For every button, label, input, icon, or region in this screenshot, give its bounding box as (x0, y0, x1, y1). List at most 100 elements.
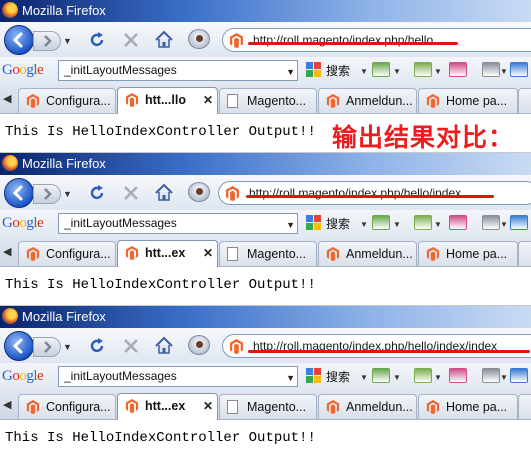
browser-tab[interactable]: htt...ex ✕ (117, 393, 218, 420)
chevron-down-icon[interactable]: ▼ (286, 67, 295, 77)
forward-button[interactable] (33, 31, 61, 51)
search-button[interactable]: 搜索 (326, 215, 350, 232)
persona-icon[interactable] (188, 335, 210, 355)
history-dropdown-icon[interactable]: ▼ (63, 342, 72, 352)
browser-tab[interactable]: Anmeldun... (318, 394, 417, 419)
photo-icon[interactable] (414, 368, 432, 383)
browser-tab[interactable]: Magento... (219, 88, 317, 113)
magento-icon (26, 94, 40, 113)
home-icon[interactable] (154, 336, 174, 360)
toolbar-dropdown-icon[interactable]: ▼ (500, 220, 508, 229)
search-button[interactable]: 搜索 (326, 368, 350, 385)
address-bar[interactable]: http://roll.magento/index.php/hello (222, 28, 531, 52)
search-logo-icon[interactable] (306, 368, 322, 384)
highlighter-icon[interactable] (449, 368, 467, 383)
reload-icon[interactable] (88, 337, 106, 360)
tab-label: Configura... (46, 247, 111, 261)
image-icon[interactable] (372, 62, 390, 77)
toolbar-dropdown-icon[interactable]: ▼ (500, 67, 508, 76)
highlighter-icon[interactable] (449, 62, 467, 77)
search-logo-icon[interactable] (306, 215, 322, 231)
close-icon[interactable]: ✕ (203, 93, 213, 107)
back-button[interactable] (4, 25, 34, 55)
page-content: This Is HelloIndexController Output!! (0, 267, 531, 306)
toolbar-dropdown-icon[interactable]: ▼ (393, 67, 401, 76)
browser-tab[interactable]: Home pa... (418, 88, 518, 113)
search-query-select[interactable]: _initLayoutMessages ▼ (58, 366, 298, 387)
firefox-icon (2, 2, 18, 18)
home-icon[interactable] (154, 183, 174, 207)
address-bar[interactable]: http://roll.magento/index.php/hello/inde… (222, 334, 531, 358)
photo-icon[interactable] (414, 215, 432, 230)
forward-button[interactable] (33, 337, 61, 357)
tab-scroll-left-icon[interactable]: ◀ (3, 92, 11, 105)
browser-tab[interactable]: Home pa... (418, 394, 518, 419)
browser-tab[interactable]: Configura... (18, 241, 116, 266)
stop-icon[interactable] (122, 31, 140, 54)
browser-tab[interactable]: Home pa... (418, 241, 518, 266)
address-bar[interactable]: http://roll.magento/index.php/hello/inde… (218, 181, 531, 205)
back-button[interactable] (4, 331, 34, 361)
browser-tab[interactable]: Magento... (219, 394, 317, 419)
persona-icon[interactable] (188, 182, 210, 202)
stop-icon[interactable] (122, 337, 140, 360)
search-query-value: _initLayoutMessages (64, 216, 177, 230)
magento-icon (125, 246, 139, 265)
toolbar-dropdown-icon[interactable]: ▼ (393, 220, 401, 229)
browser-tab[interactable]: htt...ex ✕ (117, 240, 218, 267)
history-dropdown-icon[interactable]: ▼ (63, 189, 72, 199)
close-icon[interactable]: ✕ (203, 399, 213, 413)
magento-icon (26, 400, 40, 419)
search-logo-icon[interactable] (306, 62, 322, 78)
add-icon[interactable] (510, 215, 528, 230)
reload-icon[interactable] (88, 184, 106, 207)
toolbar-dropdown-icon[interactable]: ▼ (360, 67, 368, 76)
browser-tab[interactable]: Anmeldun... (318, 88, 417, 113)
tab-label: Magento... (247, 247, 307, 261)
search-query-select[interactable]: _initLayoutMessages ▼ (58, 213, 298, 234)
toolbar-dropdown-icon[interactable]: ▼ (500, 373, 508, 382)
bank-icon[interactable] (482, 62, 500, 77)
toolbar-dropdown-icon[interactable]: ▼ (434, 220, 442, 229)
toolbar-dropdown-icon[interactable]: ▼ (360, 373, 368, 382)
add-icon[interactable] (510, 62, 528, 77)
chevron-down-icon[interactable]: ▼ (286, 220, 295, 230)
tab-label: Magento... (247, 400, 307, 414)
image-icon[interactable] (372, 215, 390, 230)
back-button[interactable] (4, 178, 34, 208)
browser-tab-overflow[interactable] (518, 88, 531, 113)
home-icon[interactable] (154, 30, 174, 54)
browser-tab[interactable]: Configura... (18, 88, 116, 113)
magento-icon (26, 247, 40, 266)
browser-tab-overflow[interactable] (518, 394, 531, 419)
photo-icon[interactable] (414, 62, 432, 77)
browser-tab-overflow[interactable] (518, 241, 531, 266)
image-icon[interactable] (372, 368, 390, 383)
forward-button[interactable] (33, 184, 61, 204)
bank-icon[interactable] (482, 215, 500, 230)
chevron-down-icon[interactable]: ▼ (286, 373, 295, 383)
stop-icon[interactable] (122, 184, 140, 207)
search-button[interactable]: 搜索 (326, 62, 350, 79)
tab-label: htt...ex (145, 246, 186, 260)
toolbar-dropdown-icon[interactable]: ▼ (393, 373, 401, 382)
url-highlight-underline (248, 350, 530, 353)
highlighter-icon[interactable] (449, 215, 467, 230)
tab-scroll-left-icon[interactable]: ◀ (3, 245, 11, 258)
browser-tab[interactable]: htt...llo ✕ (117, 87, 218, 114)
browser-tab[interactable]: Configura... (18, 394, 116, 419)
back-arrow-icon (12, 185, 23, 201)
history-dropdown-icon[interactable]: ▼ (63, 36, 72, 46)
search-query-select[interactable]: _initLayoutMessages ▼ (58, 60, 298, 81)
persona-icon[interactable] (188, 29, 210, 49)
reload-icon[interactable] (88, 31, 106, 54)
bank-icon[interactable] (482, 368, 500, 383)
toolbar-dropdown-icon[interactable]: ▼ (434, 67, 442, 76)
tab-scroll-left-icon[interactable]: ◀ (3, 398, 11, 411)
close-icon[interactable]: ✕ (203, 246, 213, 260)
add-icon[interactable] (510, 368, 528, 383)
toolbar-dropdown-icon[interactable]: ▼ (360, 220, 368, 229)
browser-tab[interactable]: Anmeldun... (318, 241, 417, 266)
browser-tab[interactable]: Magento... (219, 241, 317, 266)
toolbar-dropdown-icon[interactable]: ▼ (434, 373, 442, 382)
